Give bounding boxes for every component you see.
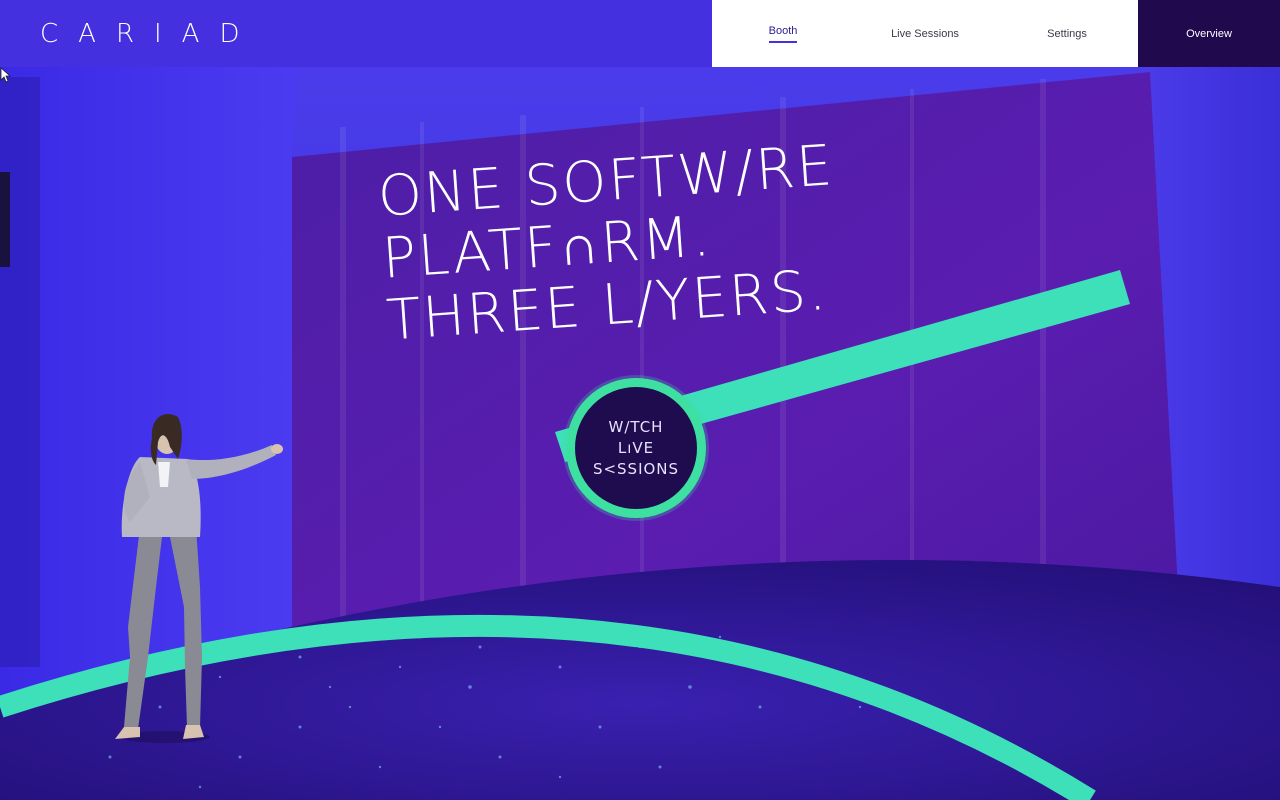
- main-nav: Booth Live Sessions Settings: [712, 0, 1138, 67]
- watch-live-sessions-button[interactable]: W/TCH LıVE S<SSIONS: [566, 378, 706, 518]
- booth-page: CARIAD Booth Live Sessions Settings Over…: [0, 0, 1280, 800]
- brand-bar: CARIAD: [0, 0, 712, 67]
- arrow-cursor-icon: [0, 67, 12, 83]
- cariad-logo[interactable]: CARIAD: [40, 19, 259, 49]
- cta-line-1: W/TCH: [608, 417, 664, 436]
- left-edge-panel: [0, 172, 10, 267]
- nav-live-sessions-label: Live Sessions: [891, 27, 959, 40]
- nav-settings[interactable]: Settings: [996, 28, 1138, 40]
- cta-line-3: S<SSIONS: [592, 459, 680, 478]
- left-pillar: [0, 77, 40, 667]
- nav-booth-label: Booth: [768, 25, 798, 43]
- top-header: CARIAD Booth Live Sessions Settings Over…: [0, 0, 1280, 67]
- cta-line-2: LıVE: [617, 438, 655, 457]
- virtual-booth-scene[interactable]: ONE SOFTW/RE PLATF∩RM. THREE L/YERS. W/T…: [0, 67, 1280, 800]
- overview-button[interactable]: Overview: [1138, 0, 1280, 67]
- nav-settings-label: Settings: [1047, 27, 1087, 40]
- nav-booth[interactable]: Booth: [712, 25, 854, 43]
- nav-live-sessions[interactable]: Live Sessions: [854, 28, 996, 40]
